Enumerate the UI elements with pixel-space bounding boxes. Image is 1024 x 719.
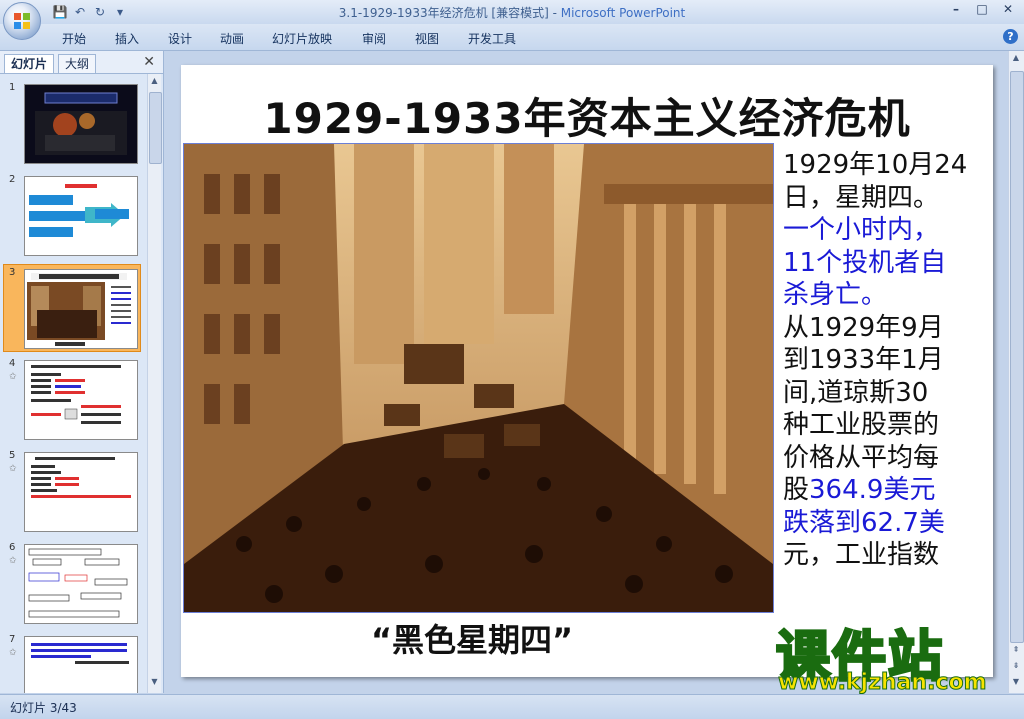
slide-thumbnail-1[interactable]: 1 <box>4 80 140 166</box>
slide-4-preview-image <box>31 365 121 424</box>
prev-slide-icon[interactable]: ⇞ <box>1010 645 1022 659</box>
editor-scrollbar[interactable]: ▲ ⇞ ⇟ ▼ <box>1008 51 1024 693</box>
app-name: Microsoft PowerPoint <box>560 6 686 20</box>
tab-home[interactable]: 开始 <box>62 30 86 47</box>
crowd-street-photo[interactable] <box>183 143 774 613</box>
watermark-url: www.kjzhan.com <box>778 670 988 696</box>
status-bar: 幻灯片 3/43 <box>0 694 1024 719</box>
tab-slideshow[interactable]: 幻灯片放映 <box>272 30 332 47</box>
text-line: 1929年10月24 <box>783 150 968 180</box>
slide-preview <box>24 544 138 624</box>
slide-7-preview-image <box>31 643 129 664</box>
ribbon: 开始 插入 设计 动画 幻灯片放映 审阅 视图 开发工具 ? <box>0 24 1024 51</box>
tab-design[interactable]: 设计 <box>168 30 192 47</box>
slide-number: 5 <box>9 450 16 461</box>
photo-caption[interactable]: “黑色星期四” <box>371 615 573 661</box>
animation-icon: ✩ <box>9 372 17 382</box>
slide-preview <box>24 636 138 693</box>
tab-developer[interactable]: 开发工具 <box>468 30 516 47</box>
text-line: 日，星期四。 <box>783 182 940 213</box>
window-title: 3.1-1929-1933年经济危机 [兼容模式] - Microsoft Po… <box>0 4 1024 21</box>
scroll-down-icon[interactable]: ▼ <box>1010 677 1022 691</box>
slide-title[interactable]: 1929-1933年资本主义经济危机 <box>181 85 993 146</box>
slide-thumbnail-2[interactable]: 2 <box>4 172 140 258</box>
title-bar: 💾 ↶ ↻ ▾ 3.1-1929-1933年经济危机 [兼容模式] - Micr… <box>0 0 1024 24</box>
text-line: 间,道琼斯30 <box>783 377 929 408</box>
tab-view[interactable]: 视图 <box>415 30 439 47</box>
slide-6-preview-image <box>28 548 128 618</box>
slide-number: 3 <box>9 267 16 278</box>
minimize-button[interactable]: – <box>944 2 968 18</box>
wall-street-crowd-image <box>184 144 773 612</box>
slide-thumbnail-list: 1 2 3 4 ✩ 5 ✩ 6 ✩ 7 ✩ <box>0 74 147 693</box>
scroll-up-icon[interactable]: ▲ <box>149 76 160 90</box>
text-line: 价格从平均每 <box>783 442 940 473</box>
slide-preview <box>24 452 138 532</box>
slide-number: 2 <box>9 174 16 185</box>
tab-animations[interactable]: 动画 <box>220 30 244 47</box>
slide-preview <box>24 176 138 256</box>
slide-number: 1 <box>9 82 16 93</box>
text-segment: 股 <box>783 475 810 505</box>
text-line: 元，工业指数 <box>783 540 940 570</box>
text-line: 11个投机者自 <box>783 247 947 278</box>
animation-icon: ✩ <box>9 556 17 566</box>
maximize-button[interactable]: □ <box>970 2 994 18</box>
slides-pane-scrollbar[interactable]: ▲ ▼ <box>147 74 162 693</box>
scroll-down-icon[interactable]: ▼ <box>149 677 160 691</box>
next-slide-icon[interactable]: ⇟ <box>1010 661 1022 675</box>
scrollbar-thumb[interactable] <box>1010 71 1024 643</box>
help-icon[interactable]: ? <box>1003 29 1018 44</box>
slide-thumbnail-6[interactable]: 6 ✩ <box>4 540 140 626</box>
text-line: 种工业股票的 <box>783 410 940 440</box>
close-button[interactable]: ✕ <box>996 2 1020 18</box>
close-pane-icon[interactable]: ✕ <box>143 54 155 70</box>
slide-number: 6 <box>9 542 16 553</box>
window-controls: – □ ✕ <box>944 2 1020 18</box>
slide-number: 7 <box>9 634 16 645</box>
text-line: 一个小时内， <box>783 215 940 245</box>
text-line: 到1933年1月 <box>783 345 944 375</box>
tab-insert[interactable]: 插入 <box>115 30 139 47</box>
text-line: 从1929年9月 <box>783 312 944 343</box>
animation-icon: ✩ <box>9 648 17 658</box>
text-segment-highlight: 364.9美元 <box>809 475 936 505</box>
animation-icon: ✩ <box>9 464 17 474</box>
slide-preview <box>24 269 138 349</box>
slide-thumbnail-4[interactable]: 4 ✩ <box>4 356 140 442</box>
slides-pane: 幻灯片 大纲 ✕ 1 2 3 4 ✩ 5 ✩ 6 ✩ 7 ✩ ▲ ▼ <box>0 51 164 693</box>
scroll-up-icon[interactable]: ▲ <box>1010 53 1022 67</box>
office-logo-icon <box>14 13 30 29</box>
slide-preview <box>24 84 138 164</box>
tab-slides[interactable]: 幻灯片 <box>4 54 55 73</box>
text-line: 股364.9美元 <box>783 474 983 507</box>
slide-5-preview-image <box>31 457 131 498</box>
tab-outline[interactable]: 大纲 <box>58 54 97 73</box>
slide-1-preview-image <box>35 92 127 155</box>
slide-thumbnail-3[interactable]: 3 <box>3 264 141 352</box>
text-line: 杀身亡。 <box>783 280 888 310</box>
slide-body-text[interactable]: 1929年10月24 日，星期四。 一个小时内， 11个投机者自 杀身亡。 从1… <box>783 149 983 572</box>
slide-thumbnail-5[interactable]: 5 ✩ <box>4 448 140 534</box>
document-title: 3.1-1929-1933年经济危机 [兼容模式] - <box>338 6 561 20</box>
scrollbar-thumb[interactable] <box>149 92 162 164</box>
site-watermark-logo: 课件站 www.kjzhan.com <box>770 612 1010 696</box>
pane-tabs: 幻灯片 大纲 ✕ <box>0 51 163 74</box>
slide-2-preview-image <box>29 183 129 237</box>
office-button[interactable] <box>3 2 41 40</box>
slide-counter: 幻灯片 3/43 <box>10 701 77 715</box>
current-slide[interactable]: 1929-1933年资本主义经济危机 1929年10月24 日，星期四。 一个小… <box>181 65 993 677</box>
slide-preview <box>24 360 138 440</box>
slide-3-preview-image <box>27 273 133 346</box>
slide-thumbnail-7[interactable]: 7 ✩ <box>4 632 140 693</box>
text-line: 跌落到62.7美 <box>783 507 945 538</box>
slide-number: 4 <box>9 358 16 369</box>
tab-review[interactable]: 审阅 <box>362 30 386 47</box>
